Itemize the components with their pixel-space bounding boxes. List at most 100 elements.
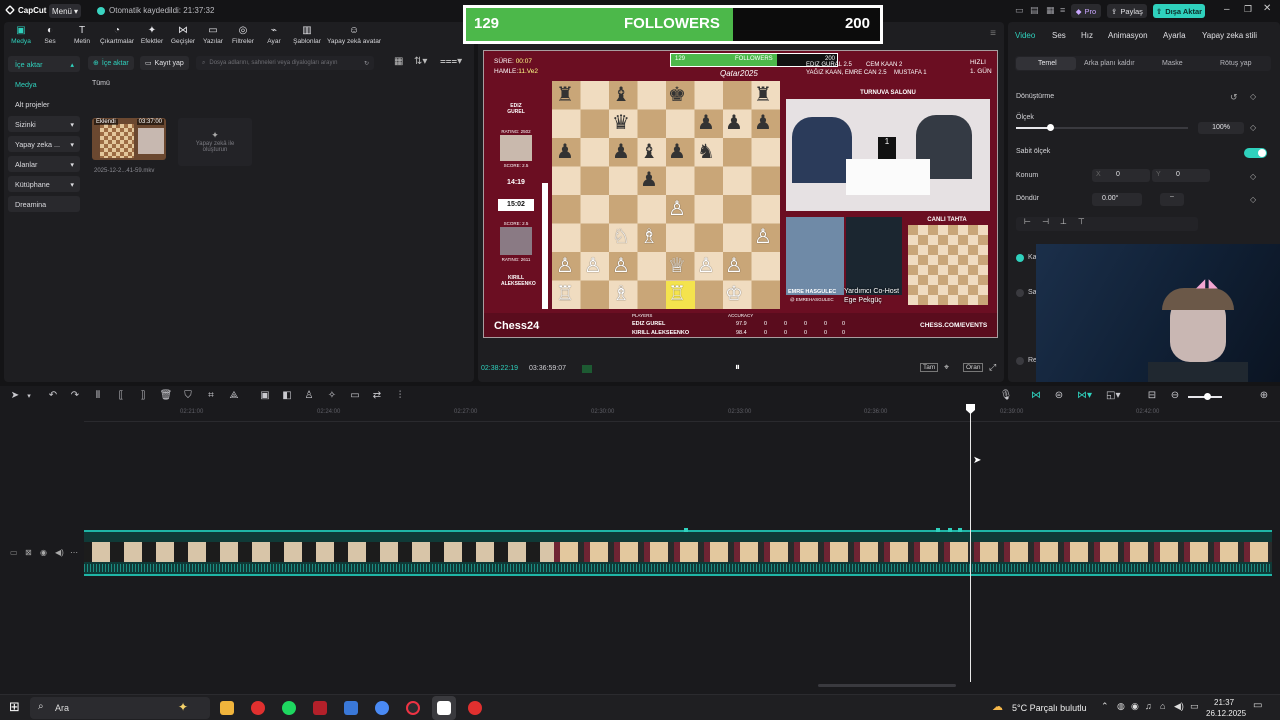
freeze-icon[interactable]: ▣: [258, 390, 272, 401]
weather-text[interactable]: 5°C Parçalı bulutlu: [1012, 703, 1087, 713]
scale-value-field[interactable]: 100%: [1198, 122, 1244, 134]
person-icon[interactable]: ♙: [302, 390, 316, 401]
subtab-remove-bg[interactable]: Arka planı kaldır: [1084, 60, 1135, 67]
tool-transitions[interactable]: ⋈ Geçişler: [166, 25, 200, 49]
chevron-down-icon[interactable]: ▾: [22, 392, 36, 400]
checkbox-icon[interactable]: [1016, 289, 1024, 297]
player-menu-icon[interactable]: ≡: [990, 28, 996, 39]
tool-text[interactable]: T Metin: [65, 25, 99, 49]
opera-gx-icon[interactable]: [251, 701, 265, 715]
tray-steam-icon[interactable]: ◉: [1131, 701, 1139, 712]
eye-icon[interactable]: ◉: [40, 548, 47, 557]
notification-icon[interactable]: ▭: [1253, 700, 1262, 711]
redo-icon[interactable]: ↷: [68, 390, 82, 401]
tab-animation[interactable]: Animasyon: [1108, 31, 1148, 40]
marker-icon[interactable]: [936, 528, 940, 532]
network-icon[interactable]: ⌂: [1160, 701, 1165, 711]
snap-icon[interactable]: ◱▾: [1106, 390, 1120, 401]
mic-icon[interactable]: 🎙: [999, 390, 1013, 401]
speed-ramp-icon[interactable]: ⟁: [227, 390, 241, 401]
menu-button[interactable]: Menü ▾: [49, 4, 81, 18]
shield-icon[interactable]: ⛉: [181, 390, 195, 401]
mirror-icon[interactable]: ◧: [280, 390, 294, 401]
refresh-icon[interactable]: ↻: [364, 60, 369, 67]
position-y-field[interactable]: Y0: [1152, 169, 1210, 182]
split-icon[interactable]: ⫴: [91, 390, 105, 401]
clock-time[interactable]: 21:37: [1214, 698, 1234, 707]
more-icon[interactable]: ⋯: [70, 548, 78, 557]
tool-adjust[interactable]: ⌁ Ayar: [257, 25, 291, 49]
grid-view-icon[interactable]: ▦: [394, 56, 403, 67]
subtab-retouch[interactable]: Rötuş yap: [1220, 60, 1252, 67]
link-icon[interactable]: ⊜: [1052, 390, 1066, 401]
filter-icon[interactable]: ⩶▾: [440, 56, 462, 67]
tool-stickers[interactable]: ◔ Çıkartmalar: [98, 25, 136, 49]
sidebar-item-library[interactable]: Kütüphane ▾: [8, 176, 80, 192]
pro-button[interactable]: ◆ Pro: [1071, 4, 1101, 18]
export-button[interactable]: ⇧ Dışa Aktar: [1153, 4, 1205, 18]
pause-icon[interactable]: ⏸: [735, 362, 740, 373]
record-button[interactable]: ▭ Kayıt yap: [140, 56, 189, 70]
tool-audio[interactable]: ◐ Ses: [33, 25, 67, 49]
tab-audio[interactable]: Ses: [1052, 31, 1066, 40]
subtab-mask[interactable]: Maske: [1162, 60, 1183, 67]
flip-button[interactable]: –: [1160, 193, 1184, 206]
minimize-icon[interactable]: –: [1224, 4, 1230, 15]
import-button[interactable]: ⊕ İçe aktar: [88, 56, 134, 70]
checkbox-checked-icon[interactable]: [1016, 254, 1024, 262]
magnet-icon[interactable]: ⋈: [1029, 390, 1043, 401]
scale-slider-knob[interactable]: [1047, 124, 1055, 131]
tray-app-icon[interactable]: ◍: [1117, 701, 1125, 712]
sidebar-item-dreamina[interactable]: Dreamina: [8, 196, 80, 212]
transform-title[interactable]: Dönüştürme: [1016, 93, 1054, 100]
tool-filters[interactable]: ◎ Filtreler: [226, 25, 260, 49]
video-preview[interactable]: SÜRE: 00:07 HAMLE:11.Ve2 129 FOLLOWERS 2…: [483, 50, 998, 338]
track-cover-icon[interactable]: ▭: [10, 548, 18, 557]
zoom-slider-knob[interactable]: [1204, 393, 1211, 400]
keyframe-icon[interactable]: ◇: [1250, 195, 1256, 204]
tab-ai-style[interactable]: Yapay zeka stili: [1202, 31, 1257, 40]
obs-icon[interactable]: [406, 701, 420, 715]
media-clip-thumbnail[interactable]: Eklendi 03:37:00: [92, 118, 166, 160]
keyframe-icon[interactable]: ◇: [1250, 123, 1256, 132]
video-track-clip[interactable]: [84, 528, 1272, 576]
zoom-in-icon[interactable]: ⊕: [1257, 390, 1271, 401]
sidebar-item-ai[interactable]: Yapay zeka ... ▾: [8, 136, 80, 152]
marker-icon[interactable]: [948, 528, 952, 532]
tab-video[interactable]: Video: [1015, 31, 1035, 40]
sidebar-item-import[interactable]: İçe aktar ▴: [8, 56, 80, 72]
audio-wave-icon[interactable]: ⫶: [393, 390, 407, 401]
sidebar-item-media[interactable]: Medya: [8, 76, 80, 92]
marker-icon[interactable]: [684, 528, 688, 532]
file-explorer-icon[interactable]: [220, 701, 234, 715]
windows-start-icon[interactable]: ⊞: [9, 699, 20, 715]
tool-effects[interactable]: ✦ Efektler: [135, 25, 169, 49]
keyboard-icon[interactable]: ▦: [1046, 5, 1055, 16]
calendar-icon[interactable]: [344, 701, 358, 715]
maximize-icon[interactable]: ❐: [1244, 4, 1252, 15]
search-input[interactable]: ⌕ Dosya adlarını, sahneleri veya diyalogl…: [196, 56, 374, 70]
checkbox-icon[interactable]: [1016, 357, 1024, 365]
lock-icon[interactable]: ⊠: [25, 548, 32, 557]
full-quality-button[interactable]: Tam: [920, 363, 939, 372]
caption-icon[interactable]: ▭: [348, 390, 362, 401]
delete-icon[interactable]: 🗑: [159, 390, 173, 401]
ai-create-card[interactable]: ✦ Yapay zekâ ile oluşturun: [178, 118, 252, 166]
thumbnail-icon[interactable]: ⊟: [1145, 390, 1159, 401]
replace-icon[interactable]: ⇄: [370, 390, 384, 401]
app-red-icon[interactable]: [313, 701, 327, 715]
battery-icon[interactable]: ▭: [1190, 701, 1199, 712]
settings-list-icon[interactable]: ≡: [1060, 5, 1065, 15]
chrome-icon[interactable]: [375, 701, 389, 715]
align-buttons[interactable]: ⊢⊣⊥⊤: [1016, 217, 1198, 231]
select-tool-icon[interactable]: ➤: [8, 390, 22, 401]
undo-icon[interactable]: ↶: [46, 390, 60, 401]
spotify-icon[interactable]: [282, 701, 296, 715]
filter-all-label[interactable]: Tümü: [92, 80, 110, 87]
volume-icon[interactable]: ◀): [1174, 701, 1184, 712]
tool-captions[interactable]: ▭ Yazılar: [196, 25, 230, 49]
tab-speed[interactable]: Hız: [1081, 31, 1093, 40]
opera-icon[interactable]: [468, 701, 482, 715]
share-button[interactable]: ⇪ Paylaş: [1107, 4, 1147, 18]
tool-ai-avatar[interactable]: ☺ Yapay zekâ avatar: [324, 25, 384, 49]
